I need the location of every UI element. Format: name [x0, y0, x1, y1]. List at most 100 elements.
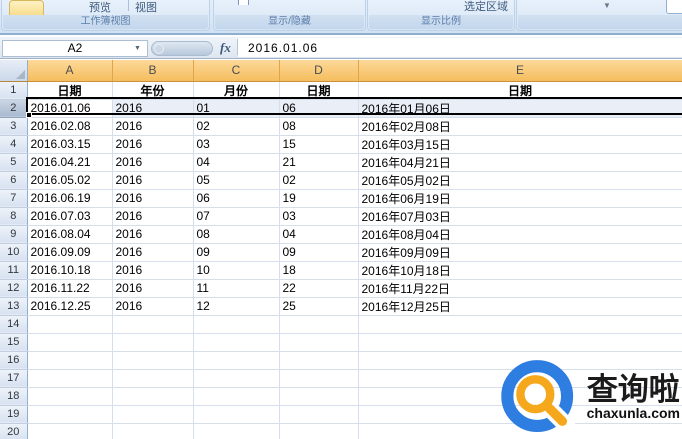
cell-B18[interactable]	[112, 387, 194, 406]
cell-C20[interactable]	[193, 423, 280, 439]
cell-B14[interactable]	[112, 315, 194, 334]
cell-C9[interactable]: 08	[193, 225, 280, 244]
cell-D17[interactable]	[279, 369, 359, 388]
cell-D13[interactable]: 25	[279, 297, 359, 316]
cell-A2[interactable]: 2016.01.06	[27, 99, 113, 118]
cell-D19[interactable]	[279, 405, 359, 424]
cell-D15[interactable]	[279, 333, 359, 352]
column-header-E[interactable]: E	[358, 60, 682, 82]
cell-C18[interactable]	[193, 387, 280, 406]
insert-function-icon[interactable]: fx	[220, 40, 231, 56]
cell-B10[interactable]: 2016	[112, 243, 194, 262]
cell-B15[interactable]	[112, 333, 194, 352]
cell-D4[interactable]: 15	[279, 135, 359, 154]
cell-E12[interactable]: 2016年11月22日	[358, 279, 682, 298]
cell-B4[interactable]: 2016	[112, 135, 194, 154]
cell-A3[interactable]: 2016.02.08	[27, 117, 113, 136]
cell-C4[interactable]: 03	[193, 135, 280, 154]
row-header-4[interactable]: 4	[0, 135, 28, 154]
cell-A1[interactable]: 日期	[27, 81, 113, 100]
cell-A8[interactable]: 2016.07.03	[27, 207, 113, 226]
cell-D6[interactable]: 02	[279, 171, 359, 190]
cell-B13[interactable]: 2016	[112, 297, 194, 316]
row-header-18[interactable]: 18	[0, 387, 28, 406]
cell-B20[interactable]	[112, 423, 194, 439]
row-header-14[interactable]: 14	[0, 315, 28, 334]
cell-D10[interactable]: 09	[279, 243, 359, 262]
cell-A13[interactable]: 2016.12.25	[27, 297, 113, 316]
cell-B19[interactable]	[112, 405, 194, 424]
cell-C8[interactable]: 07	[193, 207, 280, 226]
cell-A20[interactable]	[27, 423, 113, 439]
ribbon-right-box[interactable]	[666, 0, 682, 14]
cell-A9[interactable]: 2016.08.04	[27, 225, 113, 244]
select-all-corner[interactable]	[0, 60, 28, 82]
name-box-dropdown-icon[interactable]: ▼	[134, 45, 141, 52]
cell-D16[interactable]	[279, 351, 359, 370]
cell-D14[interactable]	[279, 315, 359, 334]
cell-A14[interactable]	[27, 315, 113, 334]
cell-D8[interactable]: 03	[279, 207, 359, 226]
cell-E11[interactable]: 2016年10月18日	[358, 261, 682, 280]
cell-C2[interactable]: 01	[193, 99, 280, 118]
cell-B16[interactable]	[112, 351, 194, 370]
cell-D7[interactable]: 19	[279, 189, 359, 208]
view-button[interactable]: 视图	[135, 0, 157, 15]
dropdown-arrow-icon[interactable]: ▼	[603, 1, 611, 10]
row-header-17[interactable]: 17	[0, 369, 28, 388]
cell-A15[interactable]	[27, 333, 113, 352]
cell-C1[interactable]: 月份	[193, 81, 280, 100]
cell-C14[interactable]	[193, 315, 280, 334]
row-header-20[interactable]: 20	[0, 423, 28, 439]
cell-E2[interactable]: 2016年01月06日	[358, 99, 682, 118]
cell-C17[interactable]	[193, 369, 280, 388]
cell-A19[interactable]	[27, 405, 113, 424]
row-header-10[interactable]: 10	[0, 243, 28, 262]
row-header-12[interactable]: 12	[0, 279, 28, 298]
cell-A5[interactable]: 2016.04.21	[27, 153, 113, 172]
cell-E9[interactable]: 2016年08月04日	[358, 225, 682, 244]
cell-B2[interactable]: 2016	[112, 99, 194, 118]
cell-C7[interactable]: 06	[193, 189, 280, 208]
zoom-to-selection-button[interactable]: 选定区域	[464, 0, 508, 14]
cell-A10[interactable]: 2016.09.09	[27, 243, 113, 262]
row-header-13[interactable]: 13	[0, 297, 28, 316]
cell-B6[interactable]: 2016	[112, 171, 194, 190]
cell-C16[interactable]	[193, 351, 280, 370]
cell-B1[interactable]: 年份	[112, 81, 194, 100]
row-header-19[interactable]: 19	[0, 405, 28, 424]
cell-E15[interactable]	[358, 333, 682, 352]
cell-C13[interactable]: 12	[193, 297, 280, 316]
cell-B8[interactable]: 2016	[112, 207, 194, 226]
cell-E8[interactable]: 2016年07月03日	[358, 207, 682, 226]
cell-E6[interactable]: 2016年05月02日	[358, 171, 682, 190]
column-header-C[interactable]: C	[193, 60, 280, 82]
preview-button[interactable]: 预览	[89, 0, 111, 15]
cell-B3[interactable]: 2016	[112, 117, 194, 136]
row-header-15[interactable]: 15	[0, 333, 28, 352]
row-header-2[interactable]: 2	[0, 99, 28, 118]
row-header-11[interactable]: 11	[0, 261, 28, 280]
cell-E3[interactable]: 2016年02月08日	[358, 117, 682, 136]
cell-A12[interactable]: 2016.11.22	[27, 279, 113, 298]
cell-D20[interactable]	[279, 423, 359, 439]
cell-C5[interactable]: 04	[193, 153, 280, 172]
row-header-3[interactable]: 3	[0, 117, 28, 136]
cell-D12[interactable]: 22	[279, 279, 359, 298]
name-box[interactable]: A2	[2, 40, 148, 57]
cell-B12[interactable]: 2016	[112, 279, 194, 298]
cell-E13[interactable]: 2016年12月25日	[358, 297, 682, 316]
cell-C11[interactable]: 10	[193, 261, 280, 280]
formula-input[interactable]: 2016.01.06	[238, 38, 682, 57]
cell-A16[interactable]	[27, 351, 113, 370]
cell-E14[interactable]	[358, 315, 682, 334]
cell-B11[interactable]: 2016	[112, 261, 194, 280]
cell-D3[interactable]: 08	[279, 117, 359, 136]
row-header-1[interactable]: 1	[0, 81, 28, 100]
cell-E1[interactable]: 日期	[358, 81, 682, 100]
cell-A17[interactable]	[27, 369, 113, 388]
column-header-B[interactable]: B	[112, 60, 194, 82]
cell-C19[interactable]	[193, 405, 280, 424]
row-header-9[interactable]: 9	[0, 225, 28, 244]
cell-E4[interactable]: 2016年03月15日	[358, 135, 682, 154]
